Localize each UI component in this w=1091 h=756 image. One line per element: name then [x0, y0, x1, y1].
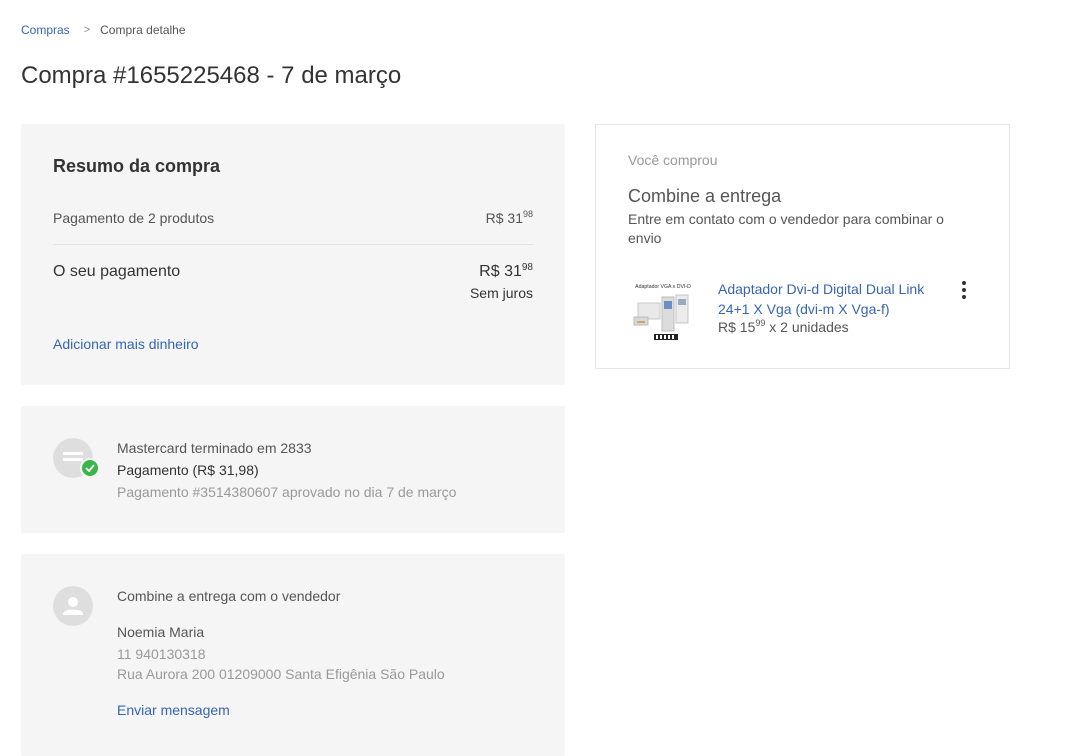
summary-divider	[53, 244, 533, 245]
product-thumbnail[interactable]: Adaptador VGA x DVI-D	[628, 279, 698, 347]
interest-note: Sem juros	[469, 285, 533, 301]
check-icon	[80, 458, 100, 478]
products-value-int: R$ 31	[485, 210, 523, 226]
breadcrumb-separator: >	[83, 24, 91, 36]
price-int: R$ 15	[718, 319, 756, 335]
seller-phone: 11 940130318	[117, 646, 206, 662]
page-title: Compra #1655225468 - 7 de março	[21, 62, 402, 89]
your-payment-label: O seu pagamento	[53, 263, 181, 280]
payment-card: Mastercard terminado em 2833 Pagamento (…	[21, 406, 565, 533]
combine-delivery-description: Entre em contato com o vendedor para com…	[628, 211, 944, 246]
add-money-link[interactable]: Adicionar mais dinheiro	[53, 336, 199, 352]
breadcrumb-compras-link[interactable]: Compras	[21, 23, 70, 37]
summary-title: Resumo da compra	[53, 156, 221, 176]
products-payment-value: R$ 3198	[485, 209, 533, 226]
card-info: Mastercard terminado em 2833	[117, 440, 312, 456]
send-message-link[interactable]: Enviar mensagem	[117, 702, 230, 718]
breadcrumb-current: Compra detalhe	[100, 23, 186, 37]
seller-address: Rua Aurora 200 01209000 Santa Efigênia S…	[117, 666, 445, 682]
seller-name: Noemia Maria	[117, 624, 205, 640]
breadcrumb: Compras > Compra detalhe	[21, 23, 186, 37]
order-items-card: Você comprou Combine a entrega Entre em …	[595, 124, 1010, 369]
user-icon	[53, 586, 93, 626]
delivery-card: Combine a entrega com o vendedor Noemia …	[21, 554, 565, 756]
payment-value-int: R$ 31	[479, 263, 522, 280]
credit-card-icon	[53, 438, 100, 478]
combine-delivery-title: Combine a entrega	[628, 186, 782, 206]
product-quantity: x 2 unidades	[769, 319, 849, 335]
payment-approval: Pagamento #3514380607 aprovado no dia 7 …	[117, 484, 457, 500]
product-price: R$ 1599 x 2 unidades	[718, 318, 849, 335]
more-vertical-icon[interactable]	[956, 281, 972, 299]
products-payment-label: Pagamento de 2 produtos	[53, 210, 215, 226]
thumbnail-caption: Adaptador VGA x DVI-D	[635, 284, 691, 290]
your-payment-value: R$ 3198	[479, 262, 533, 281]
product-title-link[interactable]: Adaptador Dvi-d Digital Dual Link 24+1 X…	[718, 279, 948, 319]
payment-amount: Pagamento (R$ 31,98)	[117, 462, 259, 478]
purchase-summary-card: Resumo da compra Pagamento de 2 produtos…	[21, 124, 565, 385]
payment-value-cents: 98	[521, 262, 533, 273]
you-bought-label: Você comprou	[628, 152, 718, 168]
products-value-cents: 98	[522, 209, 533, 219]
delivery-heading: Combine a entrega com o vendedor	[117, 588, 341, 604]
price-cents: 99	[755, 318, 766, 328]
